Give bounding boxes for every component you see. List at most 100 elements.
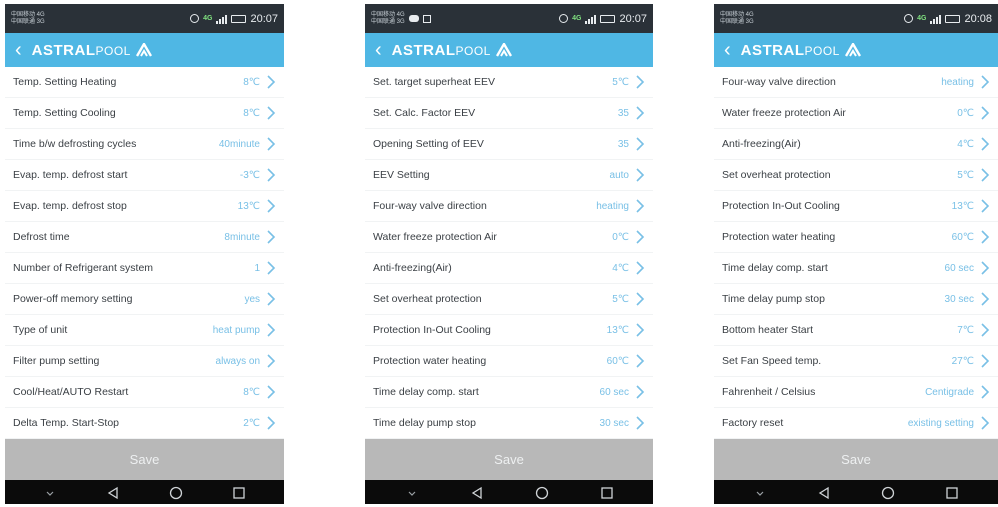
setting-row[interactable]: Water freeze protection Air 0℃ bbox=[365, 222, 653, 253]
setting-row[interactable]: Set. target superheat EEV 5℃ bbox=[365, 67, 653, 98]
back-triangle-icon[interactable] bbox=[817, 486, 831, 500]
setting-row[interactable]: Anti-freezing(Air) 4℃ bbox=[365, 253, 653, 284]
chevron-right-icon bbox=[636, 354, 645, 368]
chevron-right-icon bbox=[267, 168, 276, 182]
setting-value: 60 sec bbox=[944, 262, 974, 274]
status-time: 20:07 bbox=[619, 12, 647, 25]
home-circle-icon[interactable] bbox=[881, 486, 895, 500]
setting-row[interactable]: Water freeze protection Air 0℃ bbox=[714, 98, 998, 129]
chevron-right-icon bbox=[636, 106, 645, 120]
setting-value: 7℃ bbox=[957, 324, 974, 336]
setting-row[interactable]: Anti-freezing(Air) 4℃ bbox=[714, 129, 998, 160]
setting-value: 60℃ bbox=[951, 231, 974, 243]
setting-row[interactable]: Fahrenheit / Celsius Centigrade bbox=[714, 377, 998, 408]
brand-bold: ASTRAL bbox=[31, 41, 96, 59]
setting-row[interactable]: Set overheat protection 5℃ bbox=[714, 160, 998, 191]
setting-row[interactable]: Cool/Heat/AUTO Restart 8℃ bbox=[5, 377, 284, 408]
settings-list: Set. target superheat EEV 5℃ Set. Calc. F… bbox=[365, 67, 653, 439]
setting-value: Centigrade bbox=[925, 386, 974, 398]
setting-label: Anti-freezing(Air) bbox=[722, 138, 801, 150]
setting-row[interactable]: Evap. temp. defrost stop 13℃ bbox=[5, 191, 284, 222]
setting-value: 27℃ bbox=[951, 355, 974, 367]
network-type-icon: 4G bbox=[917, 15, 927, 22]
chevron-right-icon bbox=[981, 199, 990, 213]
setting-label: Time delay pump stop bbox=[373, 417, 476, 429]
brand-light: POOL bbox=[804, 43, 840, 58]
setting-row[interactable]: Four-way valve direction heating bbox=[365, 191, 653, 222]
setting-row[interactable]: Time delay pump stop 30 sec bbox=[714, 284, 998, 315]
setting-row[interactable]: Time delay comp. start 60 sec bbox=[714, 253, 998, 284]
save-button[interactable]: Save bbox=[714, 439, 998, 480]
battery-icon bbox=[600, 14, 616, 23]
setting-row[interactable]: Delta Temp. Start-Stop 2℃ bbox=[5, 408, 284, 439]
setting-row[interactable]: Type of unit heat pump bbox=[5, 315, 284, 346]
setting-row[interactable]: Time b/w defrosting cycles 40minute bbox=[5, 129, 284, 160]
setting-row[interactable]: Temp. Setting Heating 8℃ bbox=[5, 67, 284, 98]
setting-row[interactable]: Evap. temp. defrost start -3℃ bbox=[5, 160, 284, 191]
home-circle-icon[interactable] bbox=[169, 486, 183, 500]
setting-label: Time b/w defrosting cycles bbox=[13, 138, 137, 150]
status-left: 中国移动 4G 中国联通 3G bbox=[11, 12, 190, 26]
recent-apps-icon[interactable] bbox=[600, 486, 614, 500]
chevron-right-icon bbox=[981, 323, 990, 337]
setting-row[interactable]: Number of Refrigerant system 1 bbox=[5, 253, 284, 284]
chevron-right-icon bbox=[636, 261, 645, 275]
hide-keyboard-icon[interactable] bbox=[43, 486, 57, 500]
home-circle-icon[interactable] bbox=[535, 486, 549, 500]
setting-label: Evap. temp. defrost start bbox=[13, 169, 128, 181]
setting-row[interactable]: Protection water heating 60℃ bbox=[365, 346, 653, 377]
setting-label: Temp. Setting Cooling bbox=[13, 107, 116, 119]
setting-row[interactable]: Protection In-Out Cooling 13℃ bbox=[365, 315, 653, 346]
chevron-right-icon bbox=[267, 199, 276, 213]
setting-row[interactable]: Time delay pump stop 30 sec bbox=[365, 408, 653, 439]
hide-keyboard-icon[interactable] bbox=[753, 486, 767, 500]
setting-row[interactable]: Set Fan Speed temp. 27℃ bbox=[714, 346, 998, 377]
setting-row[interactable]: EEV Setting auto bbox=[365, 160, 653, 191]
setting-value: 60 sec bbox=[599, 386, 629, 398]
setting-row[interactable]: Temp. Setting Cooling 8℃ bbox=[5, 98, 284, 129]
recent-apps-icon[interactable] bbox=[945, 486, 959, 500]
setting-row[interactable]: Time delay comp. start 60 sec bbox=[365, 377, 653, 408]
status-right: 4G 20:07 bbox=[190, 13, 278, 25]
setting-row[interactable]: Four-way valve direction heating bbox=[714, 67, 998, 98]
setting-row[interactable]: Factory reset existing setting bbox=[714, 408, 998, 439]
setting-value: heating bbox=[596, 200, 629, 212]
back-triangle-icon[interactable] bbox=[106, 486, 120, 500]
carrier-line-1: 中国移动 4G bbox=[11, 11, 45, 18]
app-header: ‹ ASTRALPOOL bbox=[714, 33, 998, 67]
setting-row[interactable]: Opening Setting of EEV 35 bbox=[365, 129, 653, 160]
setting-value: 5℃ bbox=[612, 76, 629, 88]
phone-screen-3: 中国移动 4G 中国联通 3G 4G 20:08 ‹ ASTRALPOOL Fo… bbox=[714, 4, 998, 504]
carrier-line-2: 中国联通 3G bbox=[720, 18, 754, 25]
hide-keyboard-icon[interactable] bbox=[405, 486, 419, 500]
back-chevron-icon[interactable]: ‹ bbox=[15, 40, 22, 60]
setting-label: Factory reset bbox=[722, 417, 784, 429]
setting-value: 30 sec bbox=[944, 293, 974, 305]
setting-label: Cool/Heat/AUTO Restart bbox=[13, 386, 129, 398]
setting-row[interactable]: Set. Calc. Factor EEV 35 bbox=[365, 98, 653, 129]
setting-row[interactable]: Set overheat protection 5℃ bbox=[365, 284, 653, 315]
carrier-line-1: 中国移动 4G bbox=[371, 11, 405, 18]
chevron-right-icon bbox=[636, 292, 645, 306]
setting-row[interactable]: Filter pump setting always on bbox=[5, 346, 284, 377]
astralpool-logo-icon bbox=[135, 43, 152, 57]
android-nav-bar bbox=[5, 480, 284, 504]
setting-row[interactable]: Protection water heating 60℃ bbox=[714, 222, 998, 253]
setting-value: 8℃ bbox=[243, 107, 260, 119]
setting-label: Set. target superheat EEV bbox=[373, 76, 495, 88]
setting-row[interactable]: Protection In-Out Cooling 13℃ bbox=[714, 191, 998, 222]
chevron-right-icon bbox=[981, 75, 990, 89]
save-button[interactable]: Save bbox=[365, 439, 653, 480]
setting-row[interactable]: Defrost time 8minute bbox=[5, 222, 284, 253]
setting-value: 30 sec bbox=[599, 417, 629, 429]
back-triangle-icon[interactable] bbox=[470, 486, 484, 500]
setting-row[interactable]: Bottom heater Start 7℃ bbox=[714, 315, 998, 346]
recent-apps-icon[interactable] bbox=[232, 486, 246, 500]
save-button[interactable]: Save bbox=[5, 439, 284, 480]
setting-label: Water freeze protection Air bbox=[722, 107, 846, 119]
network-type-icon: 4G bbox=[203, 15, 213, 22]
back-chevron-icon[interactable]: ‹ bbox=[375, 40, 382, 60]
back-chevron-icon[interactable]: ‹ bbox=[724, 40, 731, 60]
setting-row[interactable]: Power-off memory setting yes bbox=[5, 284, 284, 315]
chevron-right-icon bbox=[267, 385, 276, 399]
